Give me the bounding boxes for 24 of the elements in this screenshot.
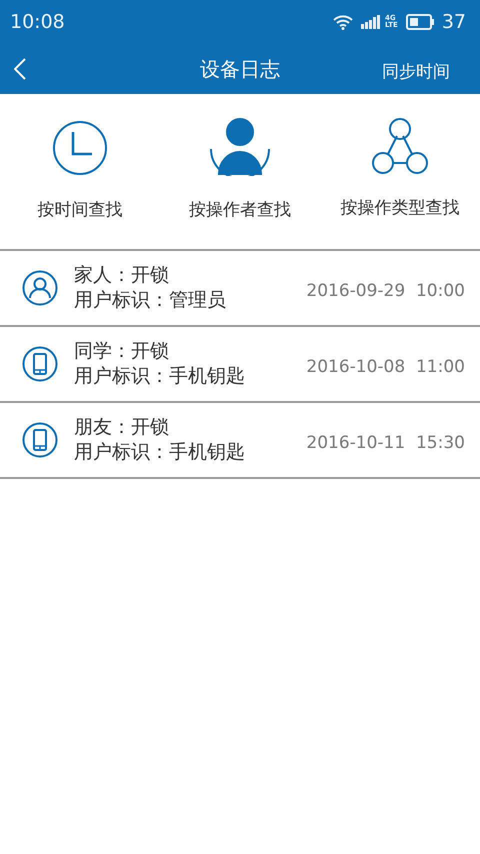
phone-icon: [22, 422, 58, 458]
log-title: 同学：开锁: [74, 339, 170, 364]
log-detail: 用户标识：手机钥匙: [74, 440, 245, 465]
back-icon: [14, 58, 26, 80]
log-detail: 用户标识：管理员: [74, 288, 226, 313]
page-title: 设备日志: [200, 56, 280, 83]
status-time: 10:08: [10, 10, 65, 35]
wifi-icon: [332, 14, 353, 30]
sync-time-button[interactable]: 同步时间: [382, 60, 450, 86]
log-title: 朋友：开锁: [74, 415, 170, 440]
log-time: 2016-10-11 15:30: [306, 432, 465, 456]
back-button[interactable]: [14, 56, 26, 80]
signal-icon: [360, 15, 381, 29]
log-time: 2016-10-08 11:00: [306, 356, 465, 380]
phone-icon: [22, 346, 58, 382]
filter-tab[interactable]: 按时间查找: [0, 118, 160, 249]
user-icon: [22, 270, 58, 306]
battery-icon: [406, 14, 434, 30]
log-time: 2016-09-29 10:00: [306, 280, 465, 304]
filter-tab[interactable]: 按操作类型查找: [320, 118, 480, 249]
filter-tab[interactable]: 按操作者查找: [160, 118, 320, 249]
log-detail: 用户标识：手机钥匙: [74, 364, 245, 389]
log-title: 家人：开锁: [74, 263, 170, 288]
battery-percent: 37: [442, 10, 466, 35]
